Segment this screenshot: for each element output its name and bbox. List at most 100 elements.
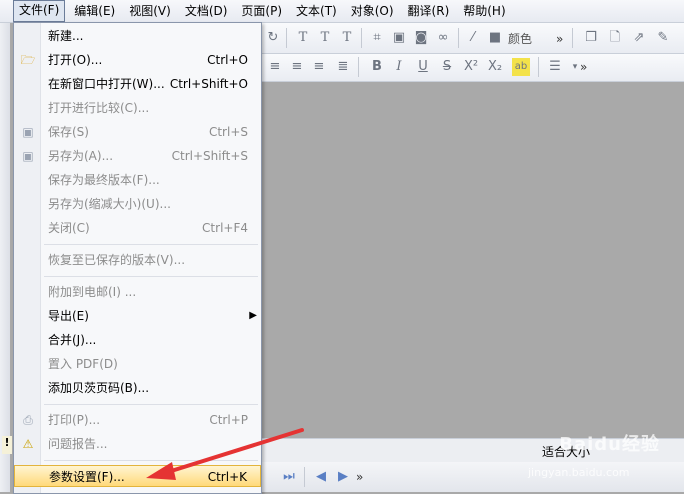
menu-item-merge[interactable]: 合并(J)... xyxy=(14,329,261,351)
submenu-arrow-icon: ▶ xyxy=(249,310,257,321)
align-left-icon[interactable]: ≡ xyxy=(266,58,284,76)
menu-item-place-pdf[interactable]: 置入 PDF(D) xyxy=(14,353,261,375)
menu-item-shortcut: Ctrl+O xyxy=(207,53,248,67)
subscript-icon[interactable]: X₂ xyxy=(486,58,504,76)
menu-item-bates[interactable]: 添加贝茨页码(B)... xyxy=(14,377,261,399)
justify-icon[interactable]: ≣ xyxy=(334,58,352,76)
color-label[interactable]: 颜色 xyxy=(508,30,532,47)
text-edit-icon[interactable]: T xyxy=(316,29,334,47)
new-page-icon[interactable]: 🗋 xyxy=(606,29,624,47)
menu-item-shortcut: Ctrl+F4 xyxy=(202,221,248,235)
text-tool-icon[interactable]: T xyxy=(294,29,312,47)
menu-item-close[interactable]: 关闭(C) Ctrl+F4 xyxy=(14,217,261,239)
align-center-icon[interactable]: ≡ xyxy=(288,58,306,76)
bold-icon[interactable]: B xyxy=(368,58,386,76)
italic-icon[interactable]: I xyxy=(390,58,408,76)
menu-document[interactable]: 文档(D) xyxy=(180,1,233,21)
line-spacing-icon[interactable]: ☰ xyxy=(546,58,564,76)
menu-translate[interactable]: 翻译(R) xyxy=(403,1,455,21)
menu-item-label: 添加贝茨页码(B)... xyxy=(48,381,150,395)
save-icon: ▣ xyxy=(22,125,34,139)
menu-item-preferences[interactable]: 参数设置(F)... Ctrl+K xyxy=(14,465,261,487)
redo-icon[interactable]: ↻ xyxy=(264,29,282,47)
menu-separator xyxy=(44,244,258,245)
menu-item-label: 打印(P)... xyxy=(48,413,101,427)
toolbar-separator xyxy=(572,28,573,48)
menu-item-shortcut: Ctrl+K xyxy=(207,470,247,484)
printer-icon: ⎙ xyxy=(23,413,33,427)
forward-icon[interactable]: ▶ xyxy=(334,468,352,486)
toolbar-format: ≡ ≡ ≡ ≣ B I U S X² X₂ ab ☰ ▾ » xyxy=(262,54,684,82)
menu-edit[interactable]: 编辑(E) xyxy=(69,1,120,21)
menu-item-label: 打开(O)... xyxy=(48,53,103,67)
menu-item-shortcut: Ctrl+S xyxy=(208,125,248,139)
menu-item-label: 在新窗口中打开(W)... xyxy=(48,77,165,91)
menu-separator xyxy=(44,404,258,405)
menu-item-label: 关闭(C) xyxy=(48,221,90,235)
menu-item-label: 参数设置(F)... xyxy=(49,470,125,484)
menu-item-attach-email[interactable]: 附加到电邮(I) ... xyxy=(14,281,261,303)
link-icon[interactable]: ∞ xyxy=(434,29,452,47)
superscript-icon[interactable]: X² xyxy=(462,58,480,76)
menu-item-open-compare[interactable]: 打开进行比较(C)... xyxy=(14,97,261,119)
menu-item-label: 另存为(A)... xyxy=(48,149,114,163)
menu-item-save-as[interactable]: ▣ 另存为(A)... Ctrl+Shift+S xyxy=(14,145,261,167)
menu-page[interactable]: 页面(P) xyxy=(236,1,287,21)
menu-item-label: 导出(E) xyxy=(48,309,89,323)
menu-item-label: 保存为最终版本(F)... xyxy=(48,173,160,187)
menu-item-open[interactable]: 🗁 打开(O)... Ctrl+O xyxy=(14,49,261,71)
toolbar-overflow-icon[interactable]: » xyxy=(356,470,363,484)
menu-item-save[interactable]: ▣ 保存(S) Ctrl+S xyxy=(14,121,261,143)
menu-item-revert[interactable]: 恢复至已保存的版本(V)... xyxy=(14,249,261,271)
menu-separator xyxy=(44,276,258,277)
toolbar-overflow-icon[interactable]: » xyxy=(580,60,587,74)
crop-icon[interactable]: ⌗ xyxy=(368,29,386,47)
menu-view[interactable]: 视图(V) xyxy=(124,1,176,21)
export-page-icon[interactable]: ⇗ xyxy=(630,29,648,47)
align-right-icon[interactable]: ≡ xyxy=(310,58,328,76)
menu-text[interactable]: 文本(T) xyxy=(291,1,342,21)
toolbar-separator xyxy=(358,57,359,77)
menu-item-export[interactable]: 导出(E) ▶ xyxy=(14,305,261,327)
toolbar-overflow-icon[interactable]: » xyxy=(556,32,563,46)
menu-item-open-new-window[interactable]: 在新窗口中打开(W)... Ctrl+Shift+O xyxy=(14,73,261,95)
underline-icon[interactable]: U xyxy=(414,58,432,76)
menu-item-shortcut: Ctrl+Shift+S xyxy=(171,149,248,163)
menu-file[interactable]: 文件(F) xyxy=(13,0,66,22)
folder-open-icon: 🗁 xyxy=(20,53,36,67)
text-box-icon[interactable]: T xyxy=(338,29,356,47)
watermark-url: jingyan.baidu.com xyxy=(528,466,630,479)
toolbar-separator xyxy=(304,467,305,487)
menu-item-label: 置入 PDF(D) xyxy=(48,357,118,371)
menu-item-label: 新建... xyxy=(48,29,84,43)
menu-item-label: 保存(S) xyxy=(48,125,89,139)
menu-object[interactable]: 对象(O) xyxy=(346,1,399,21)
save-as-icon: ▣ xyxy=(22,149,34,163)
toolbar-top: ↻ T T T ⌗ ▣ ◙ ∞ ⁄ ■ 颜色 » ❐ 🗋 ⇗ ✎ xyxy=(262,23,684,54)
menu-item-save-final[interactable]: 保存为最终版本(F)... xyxy=(14,169,261,191)
color-swatch-icon[interactable]: ■ xyxy=(486,29,504,47)
toolbar-separator xyxy=(286,28,287,48)
highlight-icon[interactable]: ab xyxy=(512,58,530,76)
menu-item-label: 问题报告... xyxy=(48,437,108,451)
eyedropper-icon[interactable]: ⁄ xyxy=(464,29,482,47)
page-edit-icon[interactable]: ✎ xyxy=(654,29,672,47)
menu-item-shortcut: Ctrl+Shift+O xyxy=(169,77,248,91)
menu-item-report-issue[interactable]: ⚠ 问题报告... xyxy=(14,433,261,455)
menu-item-new[interactable]: 新建... xyxy=(14,25,261,47)
file-menu-dropdown: 新建... 🗁 打开(O)... Ctrl+O 在新窗口中打开(W)... Ct… xyxy=(13,22,262,494)
menu-item-save-reduced[interactable]: 另存为(缩减大小)(U)... xyxy=(14,193,261,215)
last-page-icon[interactable]: ⏭ xyxy=(280,468,298,486)
menu-separator xyxy=(44,460,258,461)
menu-item-label: 另存为(缩减大小)(U)... xyxy=(48,197,171,211)
menu-item-print[interactable]: ⎙ 打印(P)... Ctrl+P xyxy=(14,409,261,431)
camera-icon[interactable]: ◙ xyxy=(412,29,430,47)
strikethrough-icon[interactable]: S xyxy=(438,58,456,76)
menu-item-label: 合并(J)... xyxy=(48,333,97,347)
menu-help[interactable]: 帮助(H) xyxy=(458,1,510,21)
back-icon[interactable]: ◀ xyxy=(312,468,330,486)
image-icon[interactable]: ▣ xyxy=(390,29,408,47)
page-icon[interactable]: ❐ xyxy=(582,29,600,47)
toolbar-separator xyxy=(361,28,362,48)
watermark-text: Baidu经验 xyxy=(559,434,660,455)
